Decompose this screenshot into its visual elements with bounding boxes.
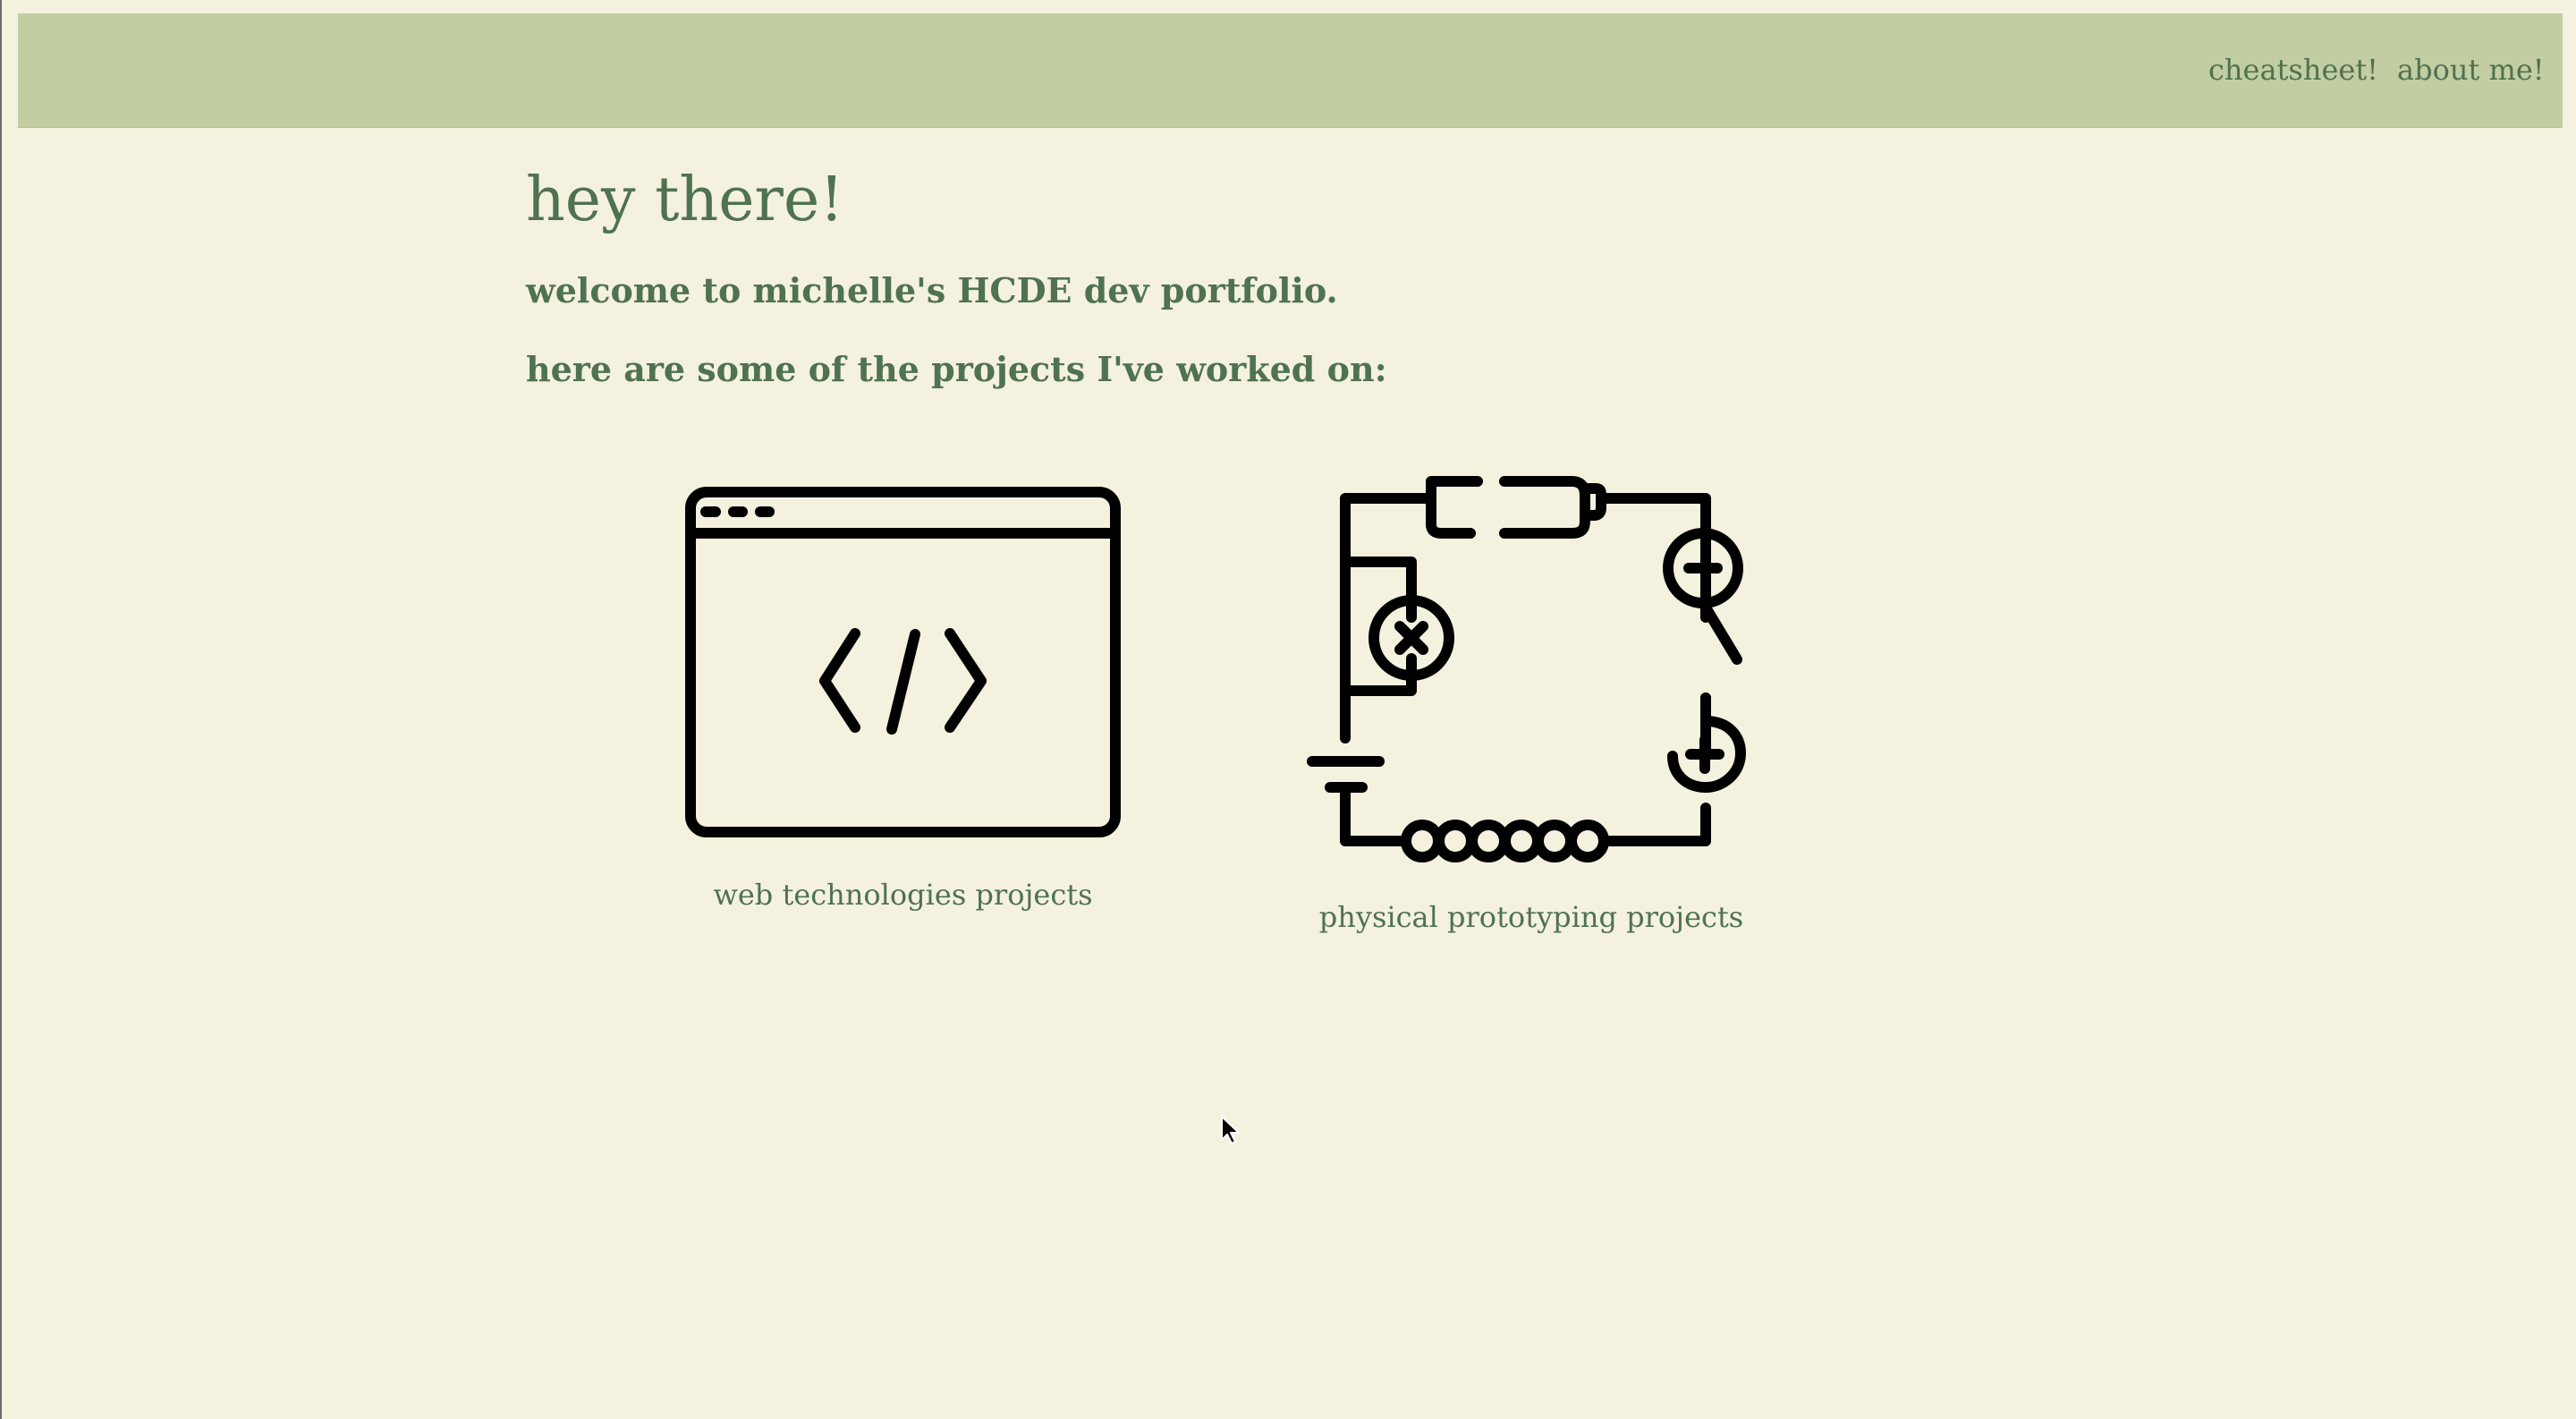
project-card-physical-prototyping[interactable]: physical prototyping projects <box>1299 465 1764 931</box>
nav-link-cheatsheet[interactable]: cheatsheet! <box>2208 53 2378 87</box>
project-label-physical-prototyping: physical prototyping projects <box>1318 900 1744 934</box>
browser-page: cheatsheet! about me! hey there! welcome… <box>0 0 2576 1419</box>
welcome-text: welcome to michelle's HCDE dev portfolio… <box>526 270 1338 310</box>
circuit-icon <box>1299 465 1764 863</box>
page-title: hey there! <box>526 165 844 235</box>
projects-intro-text: here are some of the projects I've worke… <box>526 349 1387 389</box>
top-navbar: cheatsheet! about me! <box>18 13 2563 128</box>
project-label-web-technologies: web technologies projects <box>713 878 1093 912</box>
project-card-web-technologies[interactable]: web technologies projects <box>682 483 1124 909</box>
nav-link-about[interactable]: about me! <box>2397 53 2545 87</box>
mouse-pointer-icon <box>1220 1115 1241 1145</box>
browser-code-icon <box>682 483 1124 841</box>
main-content: hey there! welcome to michelle's HCDE de… <box>526 170 2064 387</box>
